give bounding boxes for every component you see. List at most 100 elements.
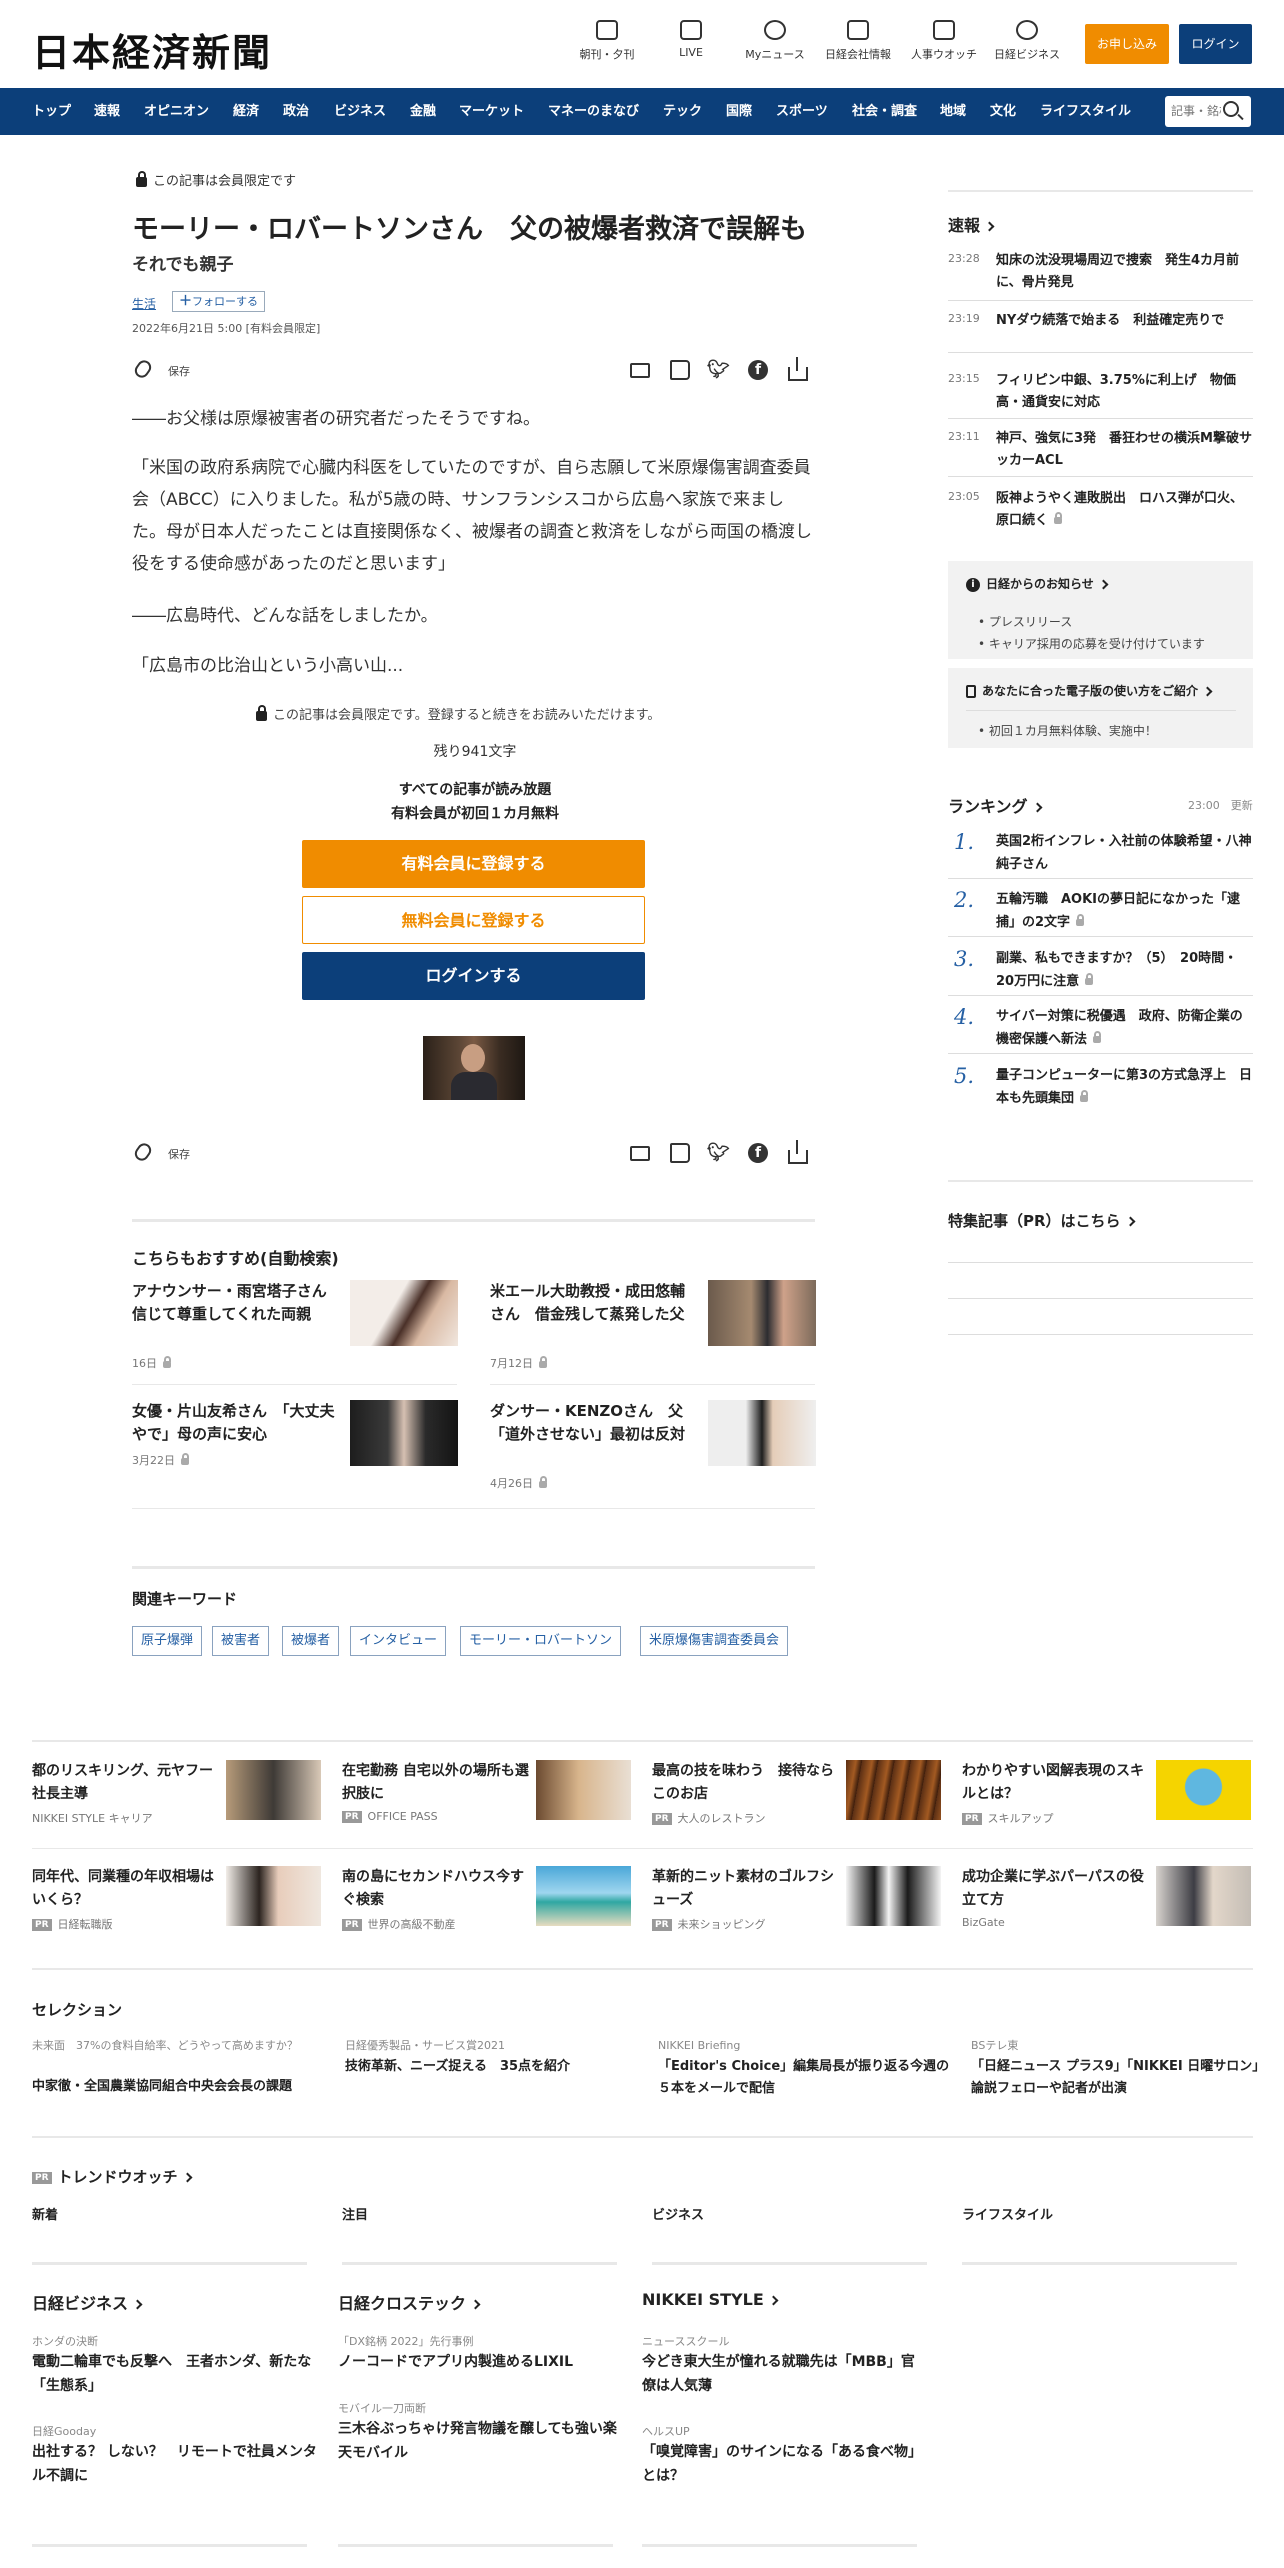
keywords-title: 関連キーワード [132,1590,238,1608]
follow-button[interactable]: ＋フォローする [172,291,266,312]
guide-link[interactable]: • 初回１カ月無料体験、実施中！ [978,722,1157,739]
rank-number: 1. [954,830,975,854]
ranking-title[interactable]: ランキング [948,793,1042,817]
mail-icon[interactable] [630,1146,650,1161]
pr-badge: PR [342,1919,362,1931]
ad-item[interactable]: 成功企業に学ぶパーパスの役立て方 BizGate [962,1866,1252,1952]
nav-item[interactable]: トップ [32,88,71,135]
paywall-benefit: すべての記事が読み放題 [398,782,552,798]
nav-item[interactable]: 文化 [990,88,1016,135]
guide-title[interactable]: あなたに合った電子版の使い方をご紹介 [966,682,1213,699]
keyword-tag[interactable]: モーリー・ロバートソン [460,1626,622,1656]
keyword-tag[interactable]: 被爆者 [282,1626,340,1656]
ad-item[interactable]: 在宅勤務 自宅以外の場所も選択肢に PR OFFICE PASS [342,1760,632,1846]
brand-item-headline[interactable]: ノーコードでアプリ内製進めるLIXIL [338,2350,623,2374]
brand-title[interactable]: 日経ビジネス [32,2290,143,2314]
facebook-icon[interactable]: f [748,360,768,380]
brand-item-headline[interactable]: 今どき東大生が憧れる就職先は「MBB」官僚は人気薄 [642,2350,927,2398]
save-button[interactable]: 保存 [168,1146,190,1162]
nikkei-logo[interactable]: 日本経済新聞 [32,22,272,77]
ad-item[interactable]: わかりやすい図解表現のスキルとは？ PR スキルアップ [962,1760,1252,1846]
topic-link[interactable]: 生活 [132,295,156,312]
search-icon[interactable] [1223,101,1239,117]
keyword-tag[interactable]: 被害者 [212,1626,270,1656]
paperclip-icon[interactable] [132,357,154,381]
nav-item[interactable]: 金融 [410,88,436,135]
brand-title[interactable]: 日経クロステック [338,2290,481,2314]
nav-item[interactable]: マーケット [459,88,524,135]
notice-link[interactable]: • プレスリリース [978,613,1072,630]
register-paid-button[interactable]: 有料会員に登録する [302,840,645,888]
trend-tab[interactable]: 新着 [32,2204,58,2223]
ad-item[interactable]: 最高の技を味わう 接待ならこのお店 PR 大人のレストラン [652,1760,942,1846]
paywall-login-button[interactable]: ログインする [302,952,645,1000]
notice-link[interactable]: • キャリア採用の応募を受け付けています [978,635,1205,652]
keyword-tag[interactable]: インタビュー [350,1626,447,1656]
brand-item-headline[interactable]: 三木谷ぶっちゃけ発言物議を醸しても強い楽天モバイル [338,2417,623,2465]
nav-item[interactable]: マネーのまなび [548,88,639,135]
ad-item[interactable]: 同年代、同業種の年収相場はいくら？ PR 日経転職版 [32,1866,322,1952]
save-button[interactable]: 保存 [168,363,190,379]
divider [948,1180,1253,1182]
ad-thumbnail [1156,1760,1251,1820]
keyword-tag[interactable]: 米原爆傷害調査委員会 [640,1626,789,1656]
recommend-item[interactable]: アナウンサー・雨宮塔子さん 信じて尊重してくれた両親 16日 [132,1280,458,1390]
search-input[interactable] [1171,102,1221,120]
brand-title[interactable]: NIKKEI STYLE [642,2290,779,2309]
share-icon[interactable] [788,357,808,381]
nav-item[interactable]: 政治 [283,88,309,135]
nav-item[interactable]: 地域 [940,88,966,135]
mynews-link[interactable]: Myニュース [740,20,810,62]
keyword-tag[interactable]: 原子爆弾 [132,1626,203,1656]
nav-item[interactable]: 経済 [233,88,259,135]
trend-tab[interactable]: ビジネス [652,2204,704,2223]
article-photo[interactable] [423,1036,525,1100]
trend-watch-title[interactable]: PR トレンドウオッチ [32,2166,192,2187]
nikkei-business-link[interactable]: 日経ビジネス [990,20,1064,62]
nav-item[interactable]: 社会・調査 [852,88,917,135]
nav-item[interactable]: ビジネス [334,88,386,135]
ad-source: PR OFFICE PASS [342,1810,438,1823]
recommend-item[interactable]: 女優・片山友希さん 「大丈夫やで」母の声に安心 3月22日 [132,1400,458,1510]
nav-item[interactable]: ライフスタイル [1040,88,1131,135]
brand-item-headline[interactable]: 電動二輪車でも反撃へ 王者ホンダ、新たな「生態系」 [32,2350,317,2398]
mail-icon[interactable] [630,363,650,378]
ad-item[interactable]: 南の島にセカンドハウス今すぐ検索 PR 世界の高級不動産 [342,1866,632,1952]
pr-features-link[interactable]: 特集記事（PR）はこちら [948,1210,1135,1231]
bookmark-icon[interactable] [670,1143,690,1163]
recommend-item[interactable]: 米エール大助教授・成田悠輔さん 借金残して蒸発した父 7月12日 [490,1280,816,1390]
trend-tab[interactable]: 注目 [342,2204,368,2223]
brand-item-sub: ヘルスUP [642,2425,690,2438]
recommend-thumbnail [708,1280,816,1346]
twitter-icon[interactable]: 🐦︎ [707,1143,730,1163]
nav-item[interactable]: 国際 [726,88,752,135]
lock-icon [181,1452,189,1465]
login-button[interactable]: ログイン [1179,24,1252,64]
twitter-icon[interactable]: 🐦︎ [707,360,730,380]
recommend-item[interactable]: ダンサー・KENZOさん 父「道外させない」最初は反対 4月26日 [490,1400,816,1510]
nav-item[interactable]: オピニオン [144,88,209,135]
ad-item[interactable]: 革新的ニット素材のゴルフシューズ PR 未来ショッピング [652,1866,942,1952]
subscribe-button[interactable]: お申し込み [1085,24,1169,64]
nav-item[interactable]: テック [663,88,702,135]
newspaper-edition-link[interactable]: 朝刊・夕刊 [572,20,642,62]
brand-item-headline[interactable]: 「嗅覚障害」のサインになる「ある食べ物」とは？ [642,2440,927,2488]
nav-item[interactable]: スポーツ [776,88,828,135]
recommend-date: 16日 [132,1355,177,1371]
facebook-icon[interactable]: f [748,1143,768,1163]
trend-tab[interactable]: ライフスタイル [962,2204,1053,2223]
live-link[interactable]: LIVE [656,20,726,59]
selection-sub: 未来面 37%の食料自給率、どうやって高めますか？ [32,2039,298,2052]
ad-item[interactable]: 都のリスキリング、元ヤフー社長主導 NIKKEI STYLE キャリア [32,1760,322,1846]
share-icon[interactable] [788,1140,808,1164]
personnel-watch-link[interactable]: 人事ウオッチ [907,20,981,62]
breaking-news-title[interactable]: 速報 [948,212,995,236]
nav-item[interactable]: 速報 [94,88,120,135]
paperclip-icon[interactable] [132,1140,154,1164]
company-info-link[interactable]: 日経会社情報 [813,20,903,62]
brand-item-sub: 「DX銘柄 2022」先行事例 [338,2335,474,2348]
notice-title[interactable]: i 日経からのお知らせ [966,575,1109,592]
register-free-button[interactable]: 無料会員に登録する [302,896,645,944]
bookmark-icon[interactable] [670,360,690,380]
brand-item-headline[interactable]: 出社する？ しない？ リモートで社員メンタル不調に [32,2440,317,2488]
